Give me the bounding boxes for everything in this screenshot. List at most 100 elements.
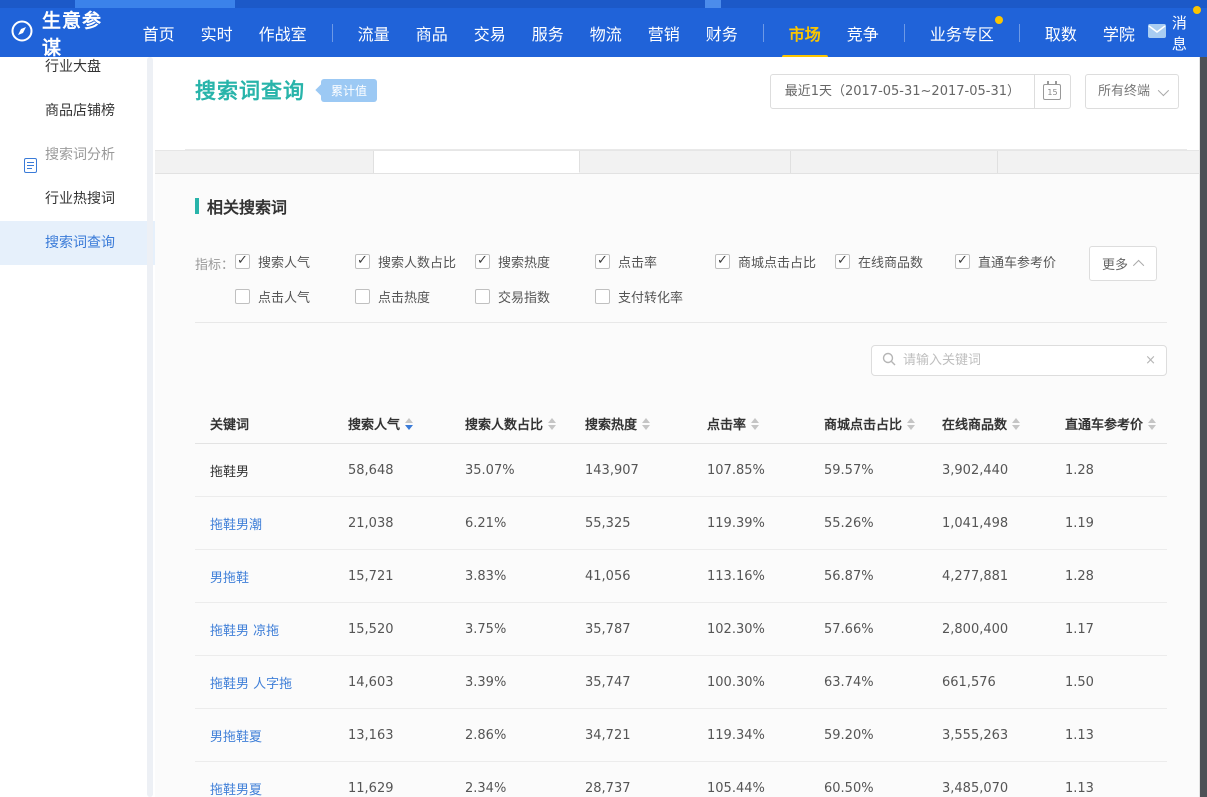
metric-checkbox-搜索人气[interactable]: 搜索人气 <box>235 252 355 271</box>
value-cell: 11,629 <box>333 781 450 796</box>
column-header-搜索人数占比[interactable]: 搜索人数占比 <box>450 414 570 433</box>
metric-checkbox-搜索热度[interactable]: 搜索热度 <box>475 252 595 271</box>
metric-checkbox-点击率[interactable]: 点击率 <box>595 252 715 271</box>
page-scrollbar[interactable] <box>1200 57 1207 797</box>
calendar-button[interactable]: 15 <box>1034 75 1070 108</box>
table-row: 拖鞋男 人字拖14,6033.39%35,747100.30%63.74%661… <box>195 656 1167 709</box>
search-input[interactable] <box>903 353 1138 368</box>
checkbox-checked-icon[interactable] <box>715 254 730 269</box>
nav-item-取数[interactable]: 取数 <box>1045 21 1077 45</box>
checkbox-unchecked-icon[interactable] <box>595 289 610 304</box>
nav-item-竞争[interactable]: 竞争 <box>847 21 879 45</box>
sort-icon[interactable] <box>1012 418 1020 430</box>
metric-checkbox-搜索人数占比[interactable]: 搜索人数占比 <box>355 252 475 271</box>
keyword-cell[interactable]: 男拖鞋夏 <box>195 726 333 745</box>
metric-label: 点击人气 <box>258 287 310 306</box>
metric-checkbox-直通车参考价[interactable]: 直通车参考价 <box>955 252 1075 271</box>
messages-button[interactable]: 消息 <box>1148 12 1193 54</box>
sort-icon[interactable] <box>405 418 413 430</box>
checkbox-unchecked-icon[interactable] <box>475 289 490 304</box>
metric-label: 直通车参考价 <box>978 252 1056 271</box>
header-divider <box>185 149 1187 150</box>
value-cell: 100.30% <box>692 675 809 690</box>
metric-checkbox-商城点击占比[interactable]: 商城点击占比 <box>715 252 835 271</box>
messages-label: 消息 <box>1172 12 1193 54</box>
column-header-label: 关键词 <box>210 414 249 433</box>
table-row: 拖鞋男58,64835.07%143,907107.85%59.57%3,902… <box>195 444 1167 497</box>
sidebar-item-行业大盘[interactable]: 行业大盘 <box>0 57 155 89</box>
column-header-商城点击占比[interactable]: 商城点击占比 <box>809 414 927 433</box>
checkbox-checked-icon[interactable] <box>355 254 370 269</box>
nav-item-首页[interactable]: 首页 <box>143 21 175 45</box>
nav-item-商品[interactable]: 商品 <box>416 21 448 45</box>
table-row: 男拖鞋15,7213.83%41,056113.16%56.87%4,277,8… <box>195 550 1167 603</box>
value-cell: 60.50% <box>809 781 927 796</box>
nav-item-实时[interactable]: 实时 <box>201 21 233 45</box>
metric-checkbox-支付转化率[interactable]: 支付转化率 <box>595 287 715 306</box>
keyword-cell[interactable]: 拖鞋男 人字拖 <box>195 673 333 692</box>
value-cell: 58,648 <box>333 463 450 478</box>
keyword-cell[interactable]: 男拖鞋 <box>195 567 333 586</box>
metric-checkbox-在线商品数[interactable]: 在线商品数 <box>835 252 955 271</box>
sort-icon[interactable] <box>548 418 556 430</box>
sidebar-item-商品店铺榜[interactable]: 商品店铺榜 <box>0 89 155 133</box>
checkbox-checked-icon[interactable] <box>235 254 250 269</box>
tab-placeholder-5[interactable] <box>998 151 1206 173</box>
sort-icon[interactable] <box>751 418 759 430</box>
nav-item-交易[interactable]: 交易 <box>474 21 506 45</box>
column-header-直通车参考价[interactable]: 直通车参考价 <box>1050 414 1167 433</box>
chevron-up-icon <box>1133 259 1144 270</box>
sort-icon[interactable] <box>1148 418 1156 430</box>
value-cell: 3,902,440 <box>927 463 1050 478</box>
metric-label: 在线商品数 <box>858 252 923 271</box>
checkbox-checked-icon[interactable] <box>595 254 610 269</box>
terminal-dropdown[interactable]: 所有终端 <box>1085 74 1179 109</box>
checkbox-checked-icon[interactable] <box>955 254 970 269</box>
nav-item-物流[interactable]: 物流 <box>590 21 622 45</box>
metric-checkbox-点击热度[interactable]: 点击热度 <box>355 287 475 306</box>
nav-item-营销[interactable]: 营销 <box>648 21 680 45</box>
keyword-cell[interactable]: 拖鞋男 凉拖 <box>195 620 333 639</box>
checkbox-checked-icon[interactable] <box>835 254 850 269</box>
tab-placeholder-1[interactable] <box>155 151 374 173</box>
column-header-label: 在线商品数 <box>942 414 1007 433</box>
more-button[interactable]: 更多 <box>1089 246 1157 281</box>
value-cell: 57.66% <box>809 622 927 637</box>
nav-item-财务[interactable]: 财务 <box>706 21 738 45</box>
metric-checkbox-点击人气[interactable]: 点击人气 <box>235 287 355 306</box>
checkbox-unchecked-icon[interactable] <box>235 289 250 304</box>
value-cell: 15,721 <box>333 569 450 584</box>
keyword-cell[interactable]: 拖鞋男潮 <box>195 514 333 533</box>
sort-icon[interactable] <box>907 418 915 430</box>
keyword-cell[interactable]: 拖鞋男夏 <box>195 779 333 797</box>
nav-separator <box>332 24 333 42</box>
column-header-搜索热度[interactable]: 搜索热度 <box>570 414 692 433</box>
sidebar-item-搜索词查询[interactable]: 搜索词查询 <box>0 221 155 265</box>
nav-item-业务专区[interactable]: 业务专区 <box>930 21 994 45</box>
metric-label: 点击热度 <box>378 287 430 306</box>
sort-icon[interactable] <box>642 418 650 430</box>
column-header-搜索人气[interactable]: 搜索人气 <box>333 414 450 433</box>
nav-item-市场[interactable]: 市场 <box>789 21 821 45</box>
column-header-点击率[interactable]: 点击率 <box>692 414 809 433</box>
metric-label: 搜索人数占比 <box>378 252 456 271</box>
nav-item-流量[interactable]: 流量 <box>358 21 390 45</box>
nav-item-学院[interactable]: 学院 <box>1103 21 1135 45</box>
clear-search-icon[interactable]: × <box>1145 353 1156 368</box>
value-cell: 6.21% <box>450 516 570 531</box>
checkbox-unchecked-icon[interactable] <box>355 289 370 304</box>
nav-separator <box>1019 24 1020 42</box>
tab-placeholder-4[interactable] <box>791 151 999 173</box>
tab-placeholder-3[interactable] <box>580 151 791 173</box>
nav-item-作战室[interactable]: 作战室 <box>259 21 307 45</box>
checkbox-checked-icon[interactable] <box>475 254 490 269</box>
column-header-在线商品数[interactable]: 在线商品数 <box>927 414 1050 433</box>
tab-placeholder-2[interactable] <box>374 151 580 173</box>
nav-item-服务[interactable]: 服务 <box>532 21 564 45</box>
date-range-picker[interactable]: 最近1天（2017-05-31~2017-05-31） 15 <box>770 74 1071 109</box>
sidebar-scrollbar[interactable] <box>147 57 153 797</box>
value-cell: 34,721 <box>570 728 692 743</box>
metric-checkbox-交易指数[interactable]: 交易指数 <box>475 287 595 306</box>
value-cell: 2,800,400 <box>927 622 1050 637</box>
brand[interactable]: 生意参谋 <box>10 6 104 60</box>
